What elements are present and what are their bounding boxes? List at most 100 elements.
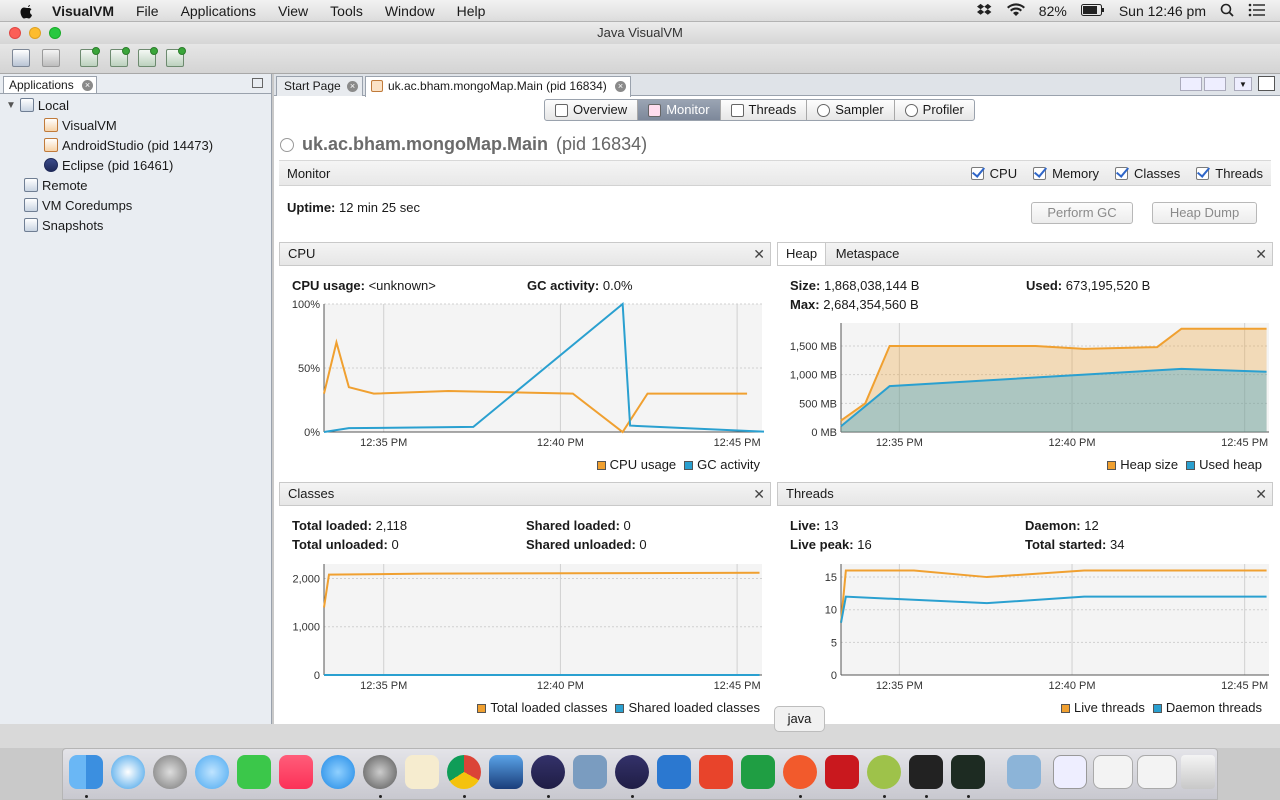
apple-icon[interactable] <box>20 3 34 19</box>
system-preferences-icon[interactable] <box>363 755 397 789</box>
tab-threads[interactable]: Threads <box>721 100 808 120</box>
threads-checkbox[interactable]: Threads <box>1196 166 1263 181</box>
finder-icon[interactable] <box>69 755 103 789</box>
tab-start-page[interactable]: Start Page × <box>276 76 363 96</box>
menu-tools[interactable]: Tools <box>330 3 363 19</box>
live-threads-value: 13 <box>823 518 839 533</box>
close-panel-icon[interactable]: ✕ <box>753 483 765 505</box>
eclipse-2-icon[interactable] <box>615 755 649 789</box>
perform-gc-button[interactable]: Perform GC <box>1031 202 1133 224</box>
menu-help[interactable]: Help <box>457 3 486 19</box>
excel-icon[interactable] <box>741 755 775 789</box>
acrobat-icon[interactable] <box>825 755 859 789</box>
close-panel-icon[interactable]: ✕ <box>753 243 765 265</box>
tab-application-main[interactable]: uk.ac.bham.mongoMap.Main (pid 16834) × <box>365 76 631 97</box>
y-tick-label: 500 MB <box>799 398 837 410</box>
safari-icon[interactable] <box>111 755 145 789</box>
messages-icon[interactable] <box>195 755 229 789</box>
close-window-icon[interactable] <box>9 27 21 39</box>
minimize-window-icon[interactable] <box>29 27 41 39</box>
tree-node-vm-coredumps[interactable]: VM Coredumps <box>24 196 132 214</box>
screenshot-stack-icon[interactable] <box>1093 755 1133 789</box>
load-snapshot-icon[interactable] <box>12 49 30 67</box>
tree-label-androidstudio: AndroidStudio (pid 14473) <box>62 137 214 153</box>
menu-window[interactable]: Window <box>385 3 435 19</box>
tree-node-snapshots[interactable]: Snapshots <box>24 216 103 234</box>
classes-checkbox-label: Classes <box>1134 166 1181 181</box>
x-tick-label: 12:35 PM <box>360 437 407 449</box>
add-remote-host-icon[interactable] <box>110 47 130 67</box>
battery-icon[interactable] <box>1080 3 1105 19</box>
tab-applications[interactable]: Applications × <box>3 76 97 94</box>
x-tick-label: 12:40 PM <box>537 437 584 449</box>
tab-sampler[interactable]: Sampler <box>807 100 895 120</box>
classes-checkbox[interactable]: Classes <box>1115 166 1180 181</box>
terminal-icon[interactable] <box>909 755 943 789</box>
downloads-stack-icon[interactable] <box>1137 755 1177 789</box>
eclipse-icon <box>44 158 58 172</box>
zoom-window-icon[interactable] <box>49 27 61 39</box>
java-app-icon[interactable] <box>783 755 817 789</box>
y-tick-label: 50% <box>298 363 320 375</box>
tab-monitor[interactable]: Monitor <box>638 100 721 120</box>
notification-center-icon[interactable] <box>1248 3 1266 20</box>
menu-file[interactable]: File <box>136 3 159 19</box>
minimize-panel-icon[interactable] <box>252 78 263 88</box>
close-panel-icon[interactable]: ✕ <box>1255 483 1267 505</box>
legend-cpu-usage: CPU usage <box>596 457 676 472</box>
legend-shared-loaded: Shared loaded classes <box>615 700 760 715</box>
chrome-icon[interactable] <box>447 755 481 789</box>
cpu-checkbox[interactable]: CPU <box>970 166 1017 181</box>
applications-folder-icon[interactable] <box>1007 755 1041 789</box>
status-area: 82% Sun 12:46 pm <box>976 0 1266 22</box>
add-snapshot-icon[interactable] <box>166 47 186 67</box>
tree-node-remote[interactable]: Remote <box>24 176 88 194</box>
expand-arrow-icon[interactable]: ▼ <box>6 100 16 111</box>
menu-view[interactable]: View <box>278 3 308 19</box>
preview-icon[interactable] <box>573 755 607 789</box>
tree-node-eclipse[interactable]: Eclipse (pid 16461) <box>44 156 173 174</box>
tree-node-androidstudio[interactable]: AndroidStudio (pid 14473) <box>44 136 213 154</box>
launchpad-icon[interactable] <box>153 755 187 789</box>
close-panel-icon[interactable]: ✕ <box>1255 243 1267 265</box>
dropbox-icon[interactable] <box>976 3 993 20</box>
heap-dump-button[interactable]: Heap Dump <box>1152 202 1257 224</box>
tab-heap[interactable]: Heap <box>778 243 827 265</box>
trash-icon[interactable] <box>1181 755 1215 789</box>
powerpoint-icon[interactable] <box>699 755 733 789</box>
legend-swatch <box>1186 461 1196 471</box>
close-tab-icon[interactable]: × <box>615 81 626 92</box>
wifi-icon[interactable] <box>1006 2 1025 20</box>
word-icon[interactable] <box>657 755 691 789</box>
clock[interactable]: Sun 12:46 pm <box>1119 3 1206 19</box>
tab-overview[interactable]: Overview <box>545 100 639 120</box>
close-tab-icon[interactable]: × <box>82 80 93 91</box>
menu-app-name[interactable]: VisualVM <box>52 3 114 19</box>
tree-node-visualvm[interactable]: VisualVM <box>44 116 117 134</box>
scroll-tabs-left-icon[interactable] <box>1180 77 1202 91</box>
facetime-icon[interactable] <box>237 755 271 789</box>
tab-profiler[interactable]: Profiler <box>895 100 974 120</box>
eclipse-icon[interactable] <box>531 755 565 789</box>
app-store-icon[interactable] <box>321 755 355 789</box>
close-tab-icon[interactable]: × <box>347 81 358 92</box>
maximize-window-icon[interactable] <box>1258 76 1275 91</box>
tree-node-local[interactable]: ▼ Local <box>6 96 69 114</box>
activity-monitor-icon[interactable] <box>951 755 985 789</box>
android-studio-icon[interactable] <box>867 755 901 789</box>
remote-desktop-icon[interactable] <box>489 755 523 789</box>
add-vm-coredump-icon[interactable] <box>138 47 158 67</box>
menu-applications[interactable]: Applications <box>181 3 257 19</box>
heap-chart: 0 MB 500 MB 1,000 MB 1,500 MB 12:35 PM 12:40 … <box>790 323 1269 449</box>
add-jmx-connection-icon[interactable] <box>80 47 100 67</box>
tab-metaspace[interactable]: Metaspace <box>830 243 906 265</box>
memory-checkbox[interactable]: Memory <box>1033 166 1099 181</box>
x-tick-label: 12:40 PM <box>1048 437 1095 449</box>
scroll-tabs-right-icon[interactable] <box>1204 77 1226 91</box>
textedit-icon[interactable] <box>405 755 439 789</box>
documents-stack-icon[interactable] <box>1053 755 1087 789</box>
tab-list-dropdown-icon[interactable]: ▼ <box>1234 77 1252 91</box>
itunes-icon[interactable] <box>279 755 313 789</box>
spotlight-search-icon[interactable] <box>1220 3 1234 20</box>
save-icon[interactable] <box>42 49 60 67</box>
